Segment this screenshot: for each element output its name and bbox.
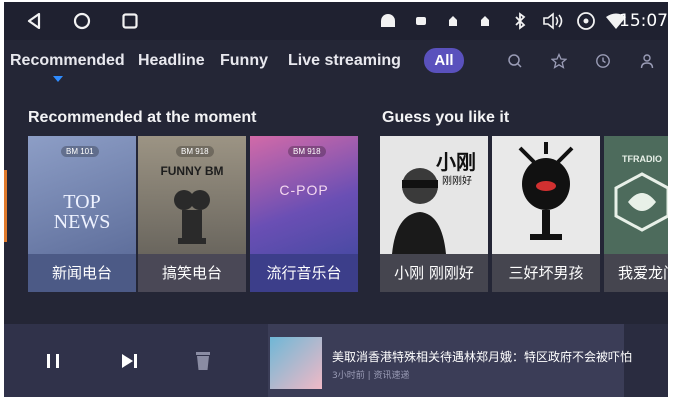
user-icon[interactable] bbox=[636, 50, 658, 72]
station-card[interactable]: BM 101 TOP NEWS 新闻电台 bbox=[28, 136, 136, 292]
station-card[interactable]: BM 918 FUNNY BM 搞笑电台 bbox=[138, 136, 246, 292]
next-icon[interactable] bbox=[114, 346, 144, 376]
station-caption: 我爱龙门 bbox=[604, 254, 668, 292]
cover-line: TOP bbox=[63, 191, 101, 213]
station-card[interactable]: TFRADIO 我爱龙门 bbox=[604, 136, 668, 292]
screen: 15:07 Recommended Headline Funny Live st… bbox=[4, 2, 668, 397]
station-caption: 新闻电台 bbox=[28, 254, 136, 292]
android-icon bbox=[376, 2, 400, 40]
tab-headline[interactable]: Headline bbox=[138, 52, 205, 70]
station-cover: BM 101 TOP NEWS bbox=[28, 136, 136, 254]
history-icon[interactable] bbox=[592, 50, 614, 72]
recents-icon[interactable] bbox=[118, 2, 142, 40]
now-playing-thumbnail[interactable] bbox=[270, 337, 322, 389]
station-card[interactable]: 小刚 刚刚好 小刚 刚刚好 bbox=[380, 136, 488, 292]
cover-text: C-POP bbox=[279, 182, 329, 198]
home-icon[interactable] bbox=[70, 2, 94, 40]
station-cover bbox=[492, 136, 600, 254]
pause-icon[interactable] bbox=[38, 346, 68, 376]
volume-icon bbox=[540, 2, 566, 40]
delete-icon[interactable] bbox=[188, 346, 218, 376]
notification-icon bbox=[442, 2, 464, 40]
search-icon[interactable] bbox=[504, 50, 526, 72]
station-caption: 小刚 刚刚好 bbox=[380, 254, 488, 292]
tab-funny[interactable]: Funny bbox=[220, 52, 268, 70]
cover-line: NEWS bbox=[53, 211, 111, 233]
cover-text: TOP NEWS bbox=[28, 192, 136, 232]
hotspot-icon bbox=[574, 2, 598, 40]
station-caption: 三好坏男孩 bbox=[492, 254, 600, 292]
station-cover: BM 918 FUNNY BM bbox=[138, 136, 246, 254]
station-badge: BM 918 bbox=[176, 146, 214, 157]
tab-all[interactable]: All bbox=[424, 48, 464, 73]
notification-icon bbox=[410, 2, 432, 40]
station-card[interactable]: BM 918 C-POP 流行音乐台 bbox=[250, 136, 358, 292]
section-title-recommended: Recommended at the moment bbox=[28, 109, 257, 126]
status-bar: 15:07 bbox=[4, 2, 668, 40]
station-cover: 小刚 刚刚好 bbox=[380, 136, 488, 254]
bluetooth-icon bbox=[509, 2, 531, 40]
station-caption: 流行音乐台 bbox=[250, 254, 358, 292]
cover-text: FUNNY BM bbox=[160, 164, 224, 178]
back-icon[interactable] bbox=[22, 2, 46, 40]
now-playing-subtitle: 3小时前 | 资讯速递 bbox=[332, 371, 410, 381]
station-card[interactable]: 三好坏男孩 bbox=[492, 136, 600, 292]
now-playing-title[interactable]: 美取消香港特殊相关待遇林郑月娥：特区政府不会被吓怕 bbox=[332, 348, 632, 365]
star-icon[interactable] bbox=[548, 50, 570, 72]
clock: 15:07 bbox=[619, 11, 668, 31]
station-caption: 搞笑电台 bbox=[138, 254, 246, 292]
notification-icon bbox=[474, 2, 496, 40]
cover-portrait bbox=[392, 168, 446, 254]
side-edge-handle[interactable] bbox=[4, 170, 7, 242]
tab-recommended[interactable]: Recommended bbox=[10, 52, 125, 70]
cover-figure bbox=[174, 190, 210, 244]
tab-live-streaming[interactable]: Live streaming bbox=[288, 52, 401, 70]
cover-microphone bbox=[518, 142, 574, 240]
station-badge: BM 101 bbox=[61, 146, 99, 157]
station-badge: BM 918 bbox=[288, 146, 326, 157]
section-title-guess: Guess you like it bbox=[382, 109, 510, 126]
station-cover: TFRADIO bbox=[604, 136, 668, 254]
station-cover: BM 918 C-POP bbox=[250, 136, 358, 254]
tab-indicator bbox=[53, 76, 63, 82]
cover-emblem bbox=[614, 172, 668, 232]
cover-text: TFRADIO bbox=[622, 154, 662, 164]
